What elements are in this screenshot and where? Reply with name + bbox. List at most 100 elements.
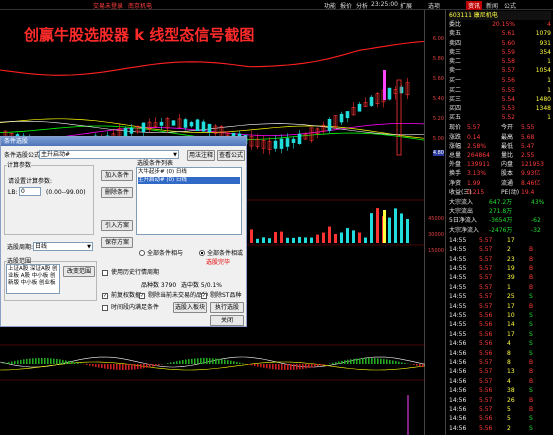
param-value-input[interactable]: 0 xyxy=(19,187,41,196)
tick-price: 5.57 xyxy=(479,396,493,404)
indicator-bar xyxy=(62,359,64,364)
indicator-bar xyxy=(20,359,22,364)
view-formula-button[interactable]: 查看公式 xyxy=(217,150,245,161)
to-block-button[interactable]: 选股入板块 xyxy=(173,302,207,313)
add-condition-button[interactable]: 加入条件 xyxy=(101,170,133,181)
candle-body xyxy=(399,86,404,94)
exclude-st-checkbox[interactable]: ✓ xyxy=(201,293,207,299)
tick-row: 14:56 5.57 5 B xyxy=(449,405,551,414)
condition-item[interactable]: 大牛起步# (0) 日线 xyxy=(138,169,240,176)
exclude-untraded-checkbox[interactable]: ✓ xyxy=(139,293,145,299)
level-volume: 1 xyxy=(547,77,551,85)
indicator-bar xyxy=(188,359,190,364)
tick-side: S xyxy=(529,415,533,423)
import-scheme-button[interactable]: 引入方案 xyxy=(101,220,133,231)
volume-bar xyxy=(298,236,301,243)
indicator-bar xyxy=(299,364,301,370)
indicator-bar xyxy=(353,358,355,364)
menu-function[interactable]: 功能 xyxy=(324,1,336,10)
candle-body xyxy=(129,127,134,134)
indicator-bar xyxy=(44,358,46,364)
menu-options[interactable]: 选项 xyxy=(428,1,440,10)
menu-news[interactable]: 新闻 xyxy=(486,1,498,10)
tick-volume: 17 xyxy=(507,330,515,338)
indicator-bar xyxy=(92,364,94,367)
run-filter-button[interactable]: 执行选股 xyxy=(210,302,244,313)
level-price: 5.56 xyxy=(501,77,515,85)
period-select[interactable]: 日线 ▼ xyxy=(33,242,93,251)
formula-label: 条件选股公式 xyxy=(4,152,41,159)
params-group-label: 计算参数 xyxy=(7,162,32,169)
menu-analysis[interactable]: 分析 xyxy=(356,1,368,10)
indicator-bar xyxy=(134,364,136,370)
menu-quote[interactable]: 报价 xyxy=(340,1,352,10)
candle-body xyxy=(189,122,194,127)
volume-bar xyxy=(304,237,307,243)
indicator-bar xyxy=(380,358,382,364)
tick-volume: 10 xyxy=(507,312,515,319)
level-price: 5.59 xyxy=(501,48,515,56)
tick-price: 5.57 xyxy=(479,406,493,413)
level-price: 5.61 xyxy=(501,30,515,38)
usage-notes-button[interactable]: 用法注释 xyxy=(187,150,215,161)
indicator-bar xyxy=(257,364,259,367)
indicator-bar xyxy=(314,364,316,367)
dialog-title-bar[interactable]: 条件选股 xyxy=(1,137,246,146)
menu-formula[interactable]: 公式 xyxy=(504,1,516,10)
indicator-bar xyxy=(212,358,214,364)
tick-time: 14:55 xyxy=(449,312,467,319)
tick-row: 14:56 5.56 5 S xyxy=(449,414,551,423)
close-button[interactable]: 关闭 xyxy=(210,315,244,326)
forward-rights-checkbox[interactable]: ✓ xyxy=(102,293,108,299)
formula-select[interactable]: 主升启动# ▼ xyxy=(39,150,179,159)
indicator-bar xyxy=(131,364,133,370)
tick-volume: 4 xyxy=(507,377,511,385)
indicator-bar xyxy=(176,361,178,364)
indicator-bar xyxy=(404,362,406,364)
tick-time: 14:55 xyxy=(449,246,467,254)
tick-volume: 13 xyxy=(507,368,515,376)
save-scheme-button[interactable]: 保存方案 xyxy=(101,237,133,248)
and-radio[interactable] xyxy=(139,250,145,256)
change-range-button[interactable]: 改变范围 xyxy=(63,266,95,277)
stat-value: 2.55 xyxy=(521,152,535,159)
indicator-bar xyxy=(287,364,289,370)
tick-price: 5.56 xyxy=(479,349,493,357)
menu-extend[interactable]: 扩展 xyxy=(400,1,412,10)
indicator-bar xyxy=(224,359,226,364)
range-textbox[interactable]: 上证A股 深证A股 创业板 A股 中小板 创新版 中小板 创业板 xyxy=(6,264,60,294)
use-history-checkbox[interactable] xyxy=(102,270,108,276)
level-label: 卖三 xyxy=(449,48,462,56)
indicator-bar xyxy=(341,360,343,364)
indicator-bar xyxy=(65,360,67,364)
stat-label: 最高 xyxy=(501,133,514,141)
time-range-checkbox[interactable] xyxy=(102,305,108,311)
indicator-bar xyxy=(179,360,181,364)
indicator-bar xyxy=(101,364,103,369)
indicator-bar xyxy=(200,358,202,364)
indicator-bar xyxy=(422,364,424,367)
or-radio-checked[interactable] xyxy=(199,250,205,256)
tick-row: 14:55 5.57 17 xyxy=(449,236,551,245)
stat-value: 5.68 xyxy=(521,133,535,141)
trade-login-link[interactable]: 交易未登录 xyxy=(93,1,123,10)
volume-bar xyxy=(376,208,379,243)
formula-select-value: 主升启动# xyxy=(41,151,71,158)
axis-tick: 5.80 xyxy=(432,56,444,62)
indicator-bar xyxy=(86,364,88,365)
level-label: 卖二 xyxy=(449,58,462,65)
tick-time: 14:55 xyxy=(449,321,467,329)
menu-news-info[interactable]: 资讯 xyxy=(466,1,483,10)
delete-condition-button[interactable]: 删除条件 xyxy=(101,187,133,198)
condition-item-selected[interactable]: 主升启动# (0) 日线 xyxy=(138,177,240,184)
stock-name-link[interactable]: 南京机电 xyxy=(128,1,152,10)
tick-row: 14:56 5.57 8 B xyxy=(449,358,551,367)
buy-level-row: 买三 5.54 1480 xyxy=(449,95,551,104)
level-price: 5.53 xyxy=(501,105,515,112)
indicator-bar xyxy=(401,362,403,364)
indicator-bar xyxy=(227,360,229,364)
weibi-row: 委比 20.15% 4 xyxy=(449,20,551,29)
stat-value: 3.13% xyxy=(467,170,487,178)
indicator-bar xyxy=(23,359,25,364)
condition-list[interactable]: 大牛起步# (0) 日线 主升启动# (0) 日线 xyxy=(136,167,242,235)
